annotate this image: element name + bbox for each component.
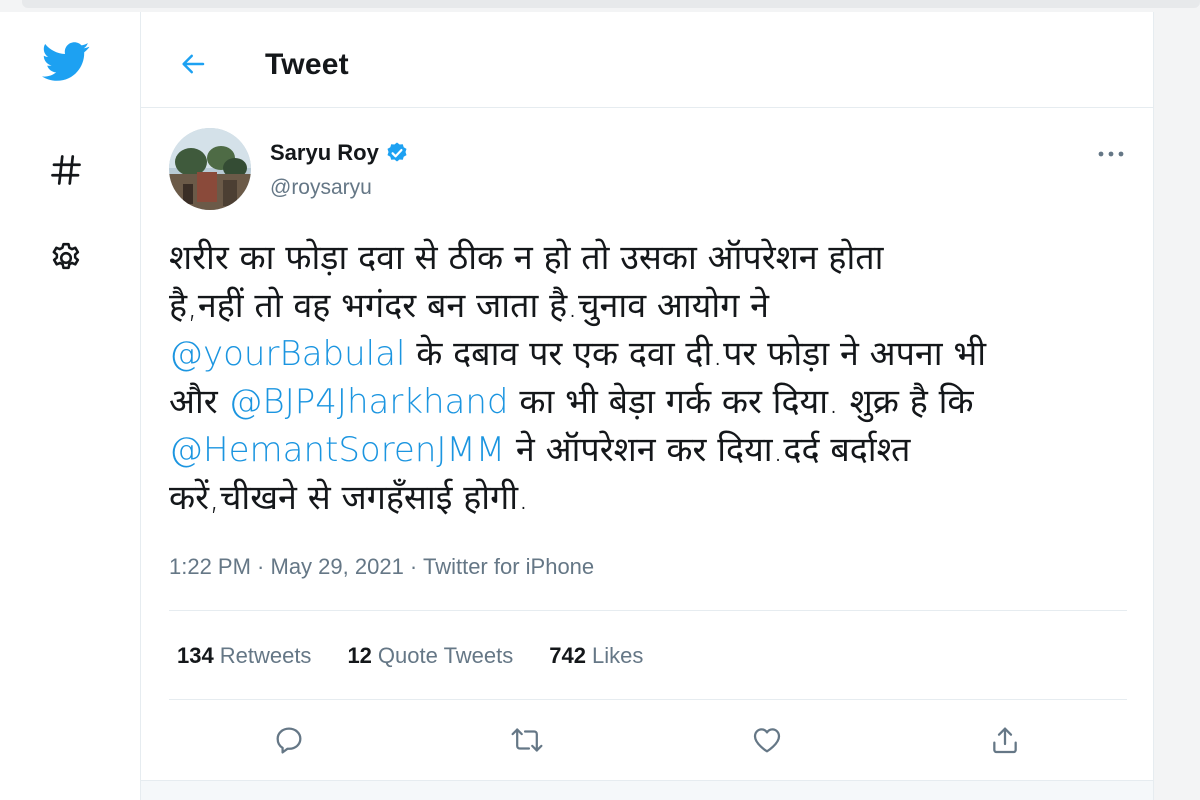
meta-separator: · — [250, 554, 271, 579]
retweets-stat[interactable]: 134 Retweets — [177, 643, 311, 669]
verified-badge-icon — [387, 142, 407, 162]
tweet-actions — [141, 712, 1153, 772]
more-options-button[interactable] — [1091, 136, 1131, 172]
next-section-strip — [141, 781, 1153, 800]
meta-separator: · — [403, 554, 423, 579]
tweet-text-segment: है,नहीं तो वह भगंदर बन जाता है.चुनाव आयो… — [169, 286, 770, 326]
page-title: Tweet — [265, 48, 349, 81]
avatar-photo — [169, 128, 251, 210]
back-button[interactable] — [171, 42, 215, 86]
more-horizontal-icon — [1098, 151, 1124, 157]
twitter-logo-button[interactable] — [38, 34, 94, 90]
arrow-left-icon — [182, 54, 205, 74]
tweet-meta: 1:22 PM · May 29, 2021 · Twitter for iPh… — [169, 554, 594, 580]
reply-icon — [276, 727, 302, 754]
tweet-time[interactable]: 1:22 PM — [169, 554, 251, 579]
tweet-text-segment: के दबाव पर एक दवा दी.पर फोड़ा ने अपना भी — [405, 334, 987, 374]
likes-count: 742 — [549, 643, 586, 668]
heart-icon — [753, 728, 781, 753]
retweets-count: 134 — [177, 643, 214, 668]
tweet-text-segment: का भी बेड़ा गर्क कर दिया. शुक्र है कि — [508, 382, 974, 422]
likes-stat[interactable]: 742 Likes — [549, 643, 643, 669]
tweet-text-segment: ने ऑपरेशन कर दिया.दर्द बर्दाश्त — [505, 430, 911, 470]
browser-top-bar — [22, 0, 1200, 8]
left-nav — [0, 12, 140, 800]
divider — [169, 610, 1127, 611]
twitter-bird-icon — [42, 42, 90, 81]
tweet-text-line: करें,चीखने से जगहँसाई होगी. — [169, 474, 1129, 522]
retweet-button[interactable] — [503, 716, 551, 764]
author-handle[interactable]: @roysaryu — [270, 176, 372, 200]
mention-link[interactable]: @BJP4Jharkhand — [229, 382, 509, 422]
mention-link[interactable]: @HemantSorenJMM — [169, 430, 505, 470]
settings-button[interactable] — [38, 230, 94, 286]
tweet-text-line: शरीर का फोड़ा दवा से ठीक न हो तो उसका ऑप… — [169, 234, 1129, 282]
quote-tweets-count: 12 — [347, 643, 372, 668]
quote-tweets-label: Quote Tweets — [377, 643, 514, 668]
hashtag-icon — [51, 155, 81, 185]
explore-button[interactable] — [38, 142, 94, 198]
reply-button[interactable] — [265, 716, 313, 764]
engagement-stats: 134 Retweets 12 Quote Tweets 742 Likes — [177, 643, 643, 669]
share-icon — [993, 727, 1017, 754]
tweet-detail-column: Tweet Saryu Roy @roysaryu शरीर का फोड़ा — [140, 12, 1154, 800]
like-button[interactable] — [743, 716, 791, 764]
tweet-text-line: और @BJP4Jharkhand का भी बेड़ा गर्क कर दि… — [169, 378, 1129, 426]
divider — [169, 699, 1127, 700]
likes-label: Likes — [591, 643, 644, 668]
tweet-text-segment: और — [169, 382, 229, 422]
avatar[interactable] — [169, 128, 251, 210]
gear-icon — [52, 242, 80, 270]
tweet-text: शरीर का फोड़ा दवा से ठीक न हो तो उसका ऑप… — [169, 234, 1129, 522]
tweet-source[interactable]: Twitter for iPhone — [423, 554, 594, 579]
retweets-label: Retweets — [219, 643, 312, 668]
tweet-text-line: @yourBabulal के दबाव पर एक दवा दी.पर फोड… — [169, 330, 1129, 378]
share-button[interactable] — [981, 716, 1029, 764]
tweet-text-line: है,नहीं तो वह भगंदर बन जाता है.चुनाव आयो… — [169, 282, 1129, 330]
tweet-text-segment: करें,चीखने से जगहँसाई होगी. — [169, 478, 529, 518]
author-display-name: Saryu Roy — [270, 140, 379, 165]
tweet-text-line: @HemantSorenJMM ने ऑपरेशन कर दिया.दर्द ब… — [169, 426, 1129, 474]
author-name-row[interactable]: Saryu Roy — [270, 140, 409, 166]
tweet-text-segment: शरीर का फोड़ा दवा से ठीक न हो तो उसका ऑप… — [169, 238, 884, 278]
quote-tweets-stat[interactable]: 12 Quote Tweets — [347, 643, 513, 669]
retweet-icon — [511, 728, 543, 752]
tweet-date[interactable]: May 29, 2021 — [271, 554, 404, 579]
browser-top-strip — [0, 0, 1200, 12]
page-header: Tweet — [141, 12, 1153, 108]
mention-link[interactable]: @yourBabulal — [169, 334, 405, 374]
